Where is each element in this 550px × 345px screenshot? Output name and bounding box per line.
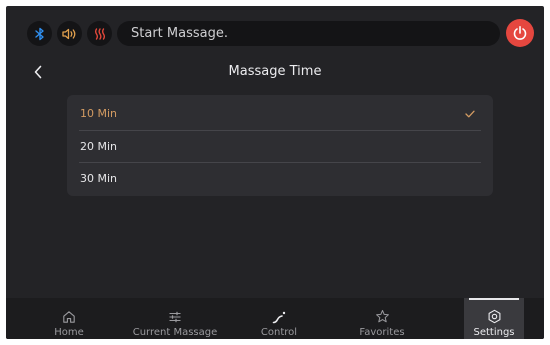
option-20-min[interactable]: 20 Min — [79, 131, 481, 163]
nav-label: Settings — [473, 327, 515, 338]
nav-label: Favorites — [359, 327, 405, 338]
gear-icon — [487, 302, 502, 324]
bluetooth-status[interactable] — [27, 21, 52, 46]
option-label: 10 Min — [80, 107, 118, 120]
power-icon — [513, 25, 527, 40]
nav-label: Current Massage — [132, 327, 218, 338]
star-icon — [375, 302, 390, 324]
option-10-min[interactable]: 10 Min — [79, 98, 481, 130]
curve-icon — [272, 302, 286, 324]
status-message: Start Massage. — [117, 21, 500, 46]
home-icon — [62, 302, 76, 324]
heat-status[interactable] — [87, 21, 112, 46]
option-label: 30 Min — [80, 172, 118, 185]
nav-home[interactable]: Home — [28, 298, 110, 339]
status-bar: Start Massage. — [6, 6, 544, 58]
massage-time-options: 10 Min 20 Min 30 Min — [67, 95, 493, 196]
sound-status[interactable] — [57, 21, 82, 46]
sliders-icon — [168, 302, 182, 324]
option-label: 20 Min — [80, 140, 118, 153]
bottom-navigation: Home Current Massage Control Favorites S… — [6, 298, 544, 339]
option-30-min[interactable]: 30 Min — [79, 163, 481, 195]
nav-settings[interactable]: Settings — [464, 298, 524, 339]
speaker-icon — [61, 28, 75, 39]
nav-favorites[interactable]: Favorites — [342, 298, 422, 339]
power-button[interactable] — [506, 19, 534, 47]
page-title: Massage Time — [228, 64, 322, 79]
bluetooth-icon — [34, 27, 44, 40]
device-screen: Start Massage. Massage Time 10 Min 20 Mi… — [6, 6, 544, 339]
nav-current-massage[interactable]: Current Massage — [126, 298, 224, 339]
checkmark-icon — [465, 98, 475, 130]
nav-control[interactable]: Control — [242, 298, 316, 339]
active-indicator — [469, 298, 519, 300]
heat-icon — [94, 27, 105, 40]
nav-label: Control — [260, 327, 298, 338]
nav-label: Home — [54, 327, 84, 338]
